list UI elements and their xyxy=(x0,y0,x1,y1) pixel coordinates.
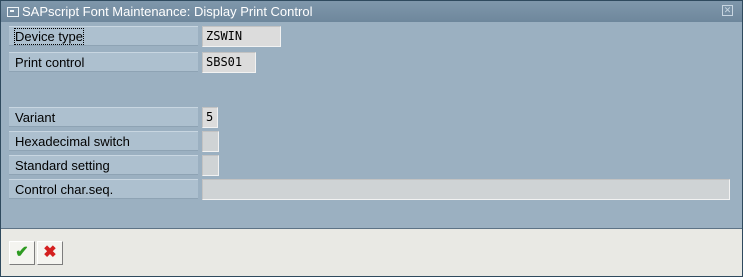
dialog-window: SAPscript Font Maintenance: Display Prin… xyxy=(0,0,743,277)
checkmark-icon: ✔ xyxy=(15,244,29,261)
continue-button[interactable]: ✔ xyxy=(9,241,35,265)
device-type-label: Device type xyxy=(9,26,198,46)
standard-setting-field[interactable] xyxy=(202,155,219,176)
window-menu-icon[interactable] xyxy=(7,6,19,17)
close-icon[interactable]: ✕ xyxy=(722,5,733,16)
hex-switch-field[interactable] xyxy=(202,131,219,152)
print-control-label: Print control xyxy=(9,52,198,72)
cancel-button[interactable]: ✖ xyxy=(37,241,63,265)
device-type-field[interactable]: ZSWIN xyxy=(202,26,281,47)
control-char-seq-label: Control char.seq. xyxy=(9,179,198,199)
hex-switch-label: Hexadecimal switch xyxy=(9,131,198,151)
variant-field[interactable]: 5 xyxy=(202,107,218,128)
button-bar: ✔ ✖ xyxy=(1,228,742,276)
cancel-x-icon: ✖ xyxy=(43,244,57,261)
control-char-seq-field[interactable] xyxy=(202,179,730,200)
title-bar: SAPscript Font Maintenance: Display Prin… xyxy=(1,1,742,22)
window-title: SAPscript Font Maintenance: Display Prin… xyxy=(22,4,313,19)
standard-setting-label: Standard setting xyxy=(9,155,198,175)
variant-label: Variant xyxy=(9,107,198,127)
print-control-field[interactable]: SBS01 xyxy=(202,52,256,73)
form-area: Device type ZSWIN Print control SBS01 Va… xyxy=(1,22,742,229)
